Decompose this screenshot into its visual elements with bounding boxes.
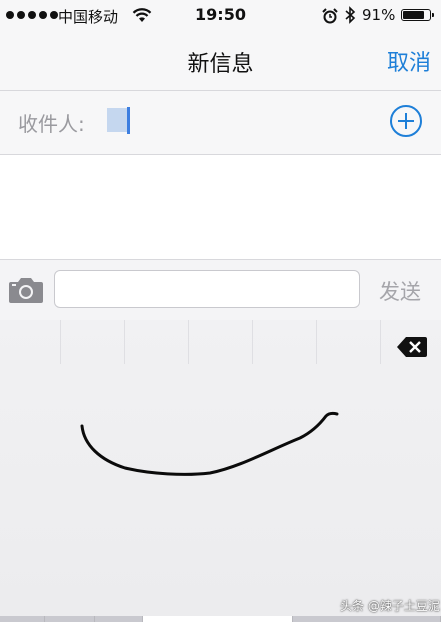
battery-percent: 91% [362, 6, 396, 24]
plus-circle-icon [390, 105, 422, 137]
navigation-bar: 新信息 取消 [0, 32, 441, 91]
message-input[interactable] [54, 270, 360, 308]
text-selection [107, 108, 127, 132]
handwriting-input-area[interactable] [0, 320, 441, 616]
keyboard-tab[interactable] [94, 616, 144, 622]
bluetooth-icon [344, 6, 356, 28]
send-button[interactable]: 发送 [379, 276, 421, 306]
status-bar: 中国移动 19:50 91% [0, 0, 441, 32]
recipient-row: 收件人: [0, 91, 441, 155]
camera-icon [9, 278, 43, 303]
keyboard-tab[interactable] [292, 616, 441, 622]
cancel-button[interactable]: 取消 [387, 45, 431, 77]
watermark: 头条 @辣子土豆泥 [340, 599, 440, 613]
text-cursor [127, 107, 130, 134]
recipient-input[interactable] [106, 107, 366, 135]
handwritten-stroke [80, 411, 339, 476]
compose-bar: 发送 [0, 259, 441, 321]
keyboard-tab[interactable] [44, 616, 95, 622]
battery-icon [401, 9, 434, 21]
recipient-label: 收件人: [18, 112, 85, 136]
message-thread-area [0, 155, 441, 258]
keyboard-mode-tabs [0, 616, 441, 622]
add-recipient-button[interactable] [389, 104, 423, 138]
keyboard-tab-active[interactable] [143, 616, 293, 622]
keyboard-tab[interactable] [0, 616, 45, 622]
page-title: 新信息 [187, 52, 254, 77]
alarm-icon [322, 8, 338, 28]
camera-button[interactable] [8, 276, 44, 308]
